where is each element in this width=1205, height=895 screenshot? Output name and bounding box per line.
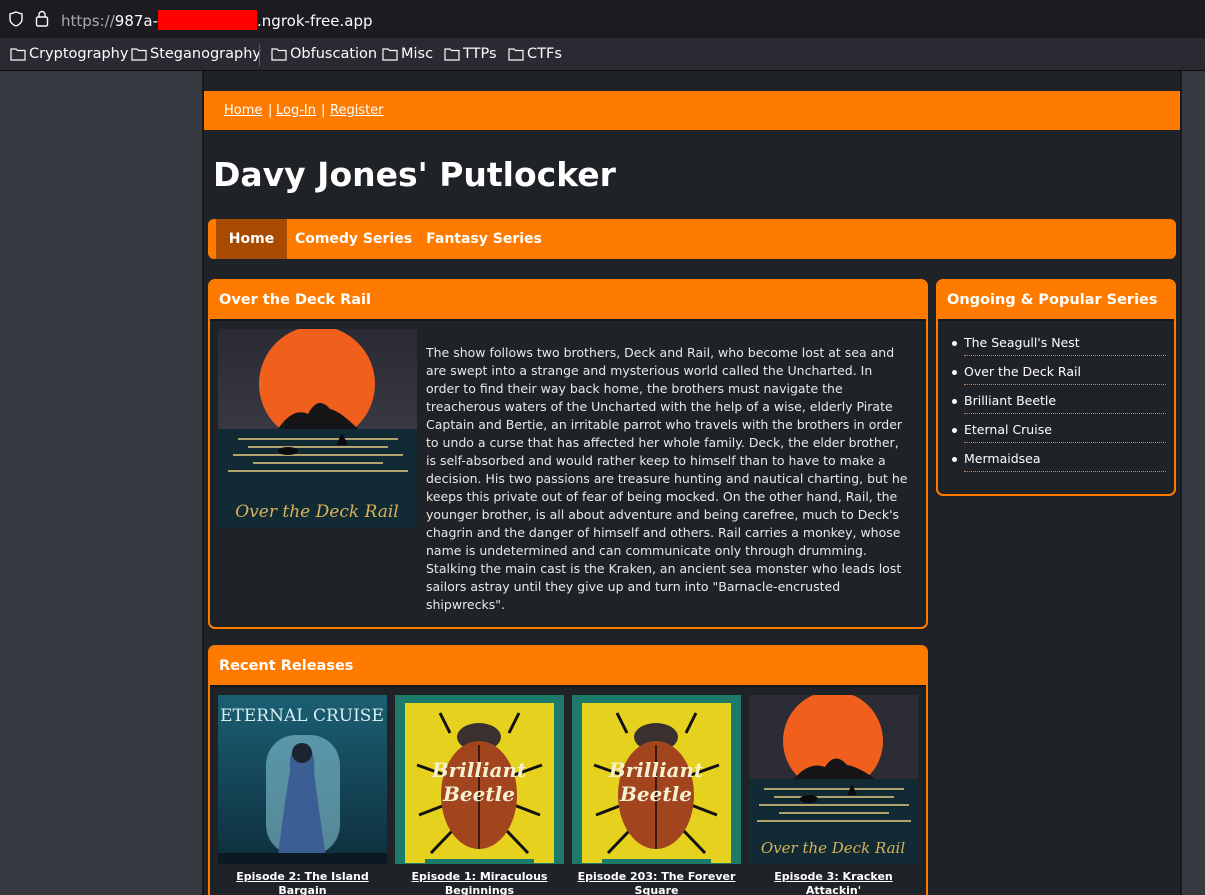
popular-series-list: The Seagull's Nest Over the Deck Rail Br… <box>950 333 1166 478</box>
register-link[interactable]: Register <box>330 103 384 118</box>
episode-thumbnail[interactable]: Brilliant Beetle <box>572 695 741 864</box>
folder-icon <box>271 48 287 61</box>
list-item[interactable]: The Seagull's Nest <box>950 333 1166 362</box>
page-gutter-right <box>1182 71 1205 895</box>
episode-link[interactable]: Episode 3: Kracken Attackin' <box>749 870 918 895</box>
episode-thumbnail[interactable]: ETERNAL CRUISE <box>218 695 387 864</box>
dotted-divider <box>964 355 1166 356</box>
tab-comedy-series[interactable]: Comedy Series <box>287 219 420 259</box>
bookmark-folder-misc[interactable]: Misc <box>382 46 433 62</box>
bookmark-separator <box>259 44 260 66</box>
top-nav-bar: Home | Log-In | Register <box>204 91 1180 130</box>
nav-separator: | <box>268 103 273 118</box>
popular-series-panel: Ongoing & Popular Series The Seagull's N… <box>936 279 1176 496</box>
home-link[interactable]: Home <box>224 103 262 118</box>
featured-series-poster[interactable]: Over the Deck Rail <box>218 329 417 528</box>
lock-icon[interactable] <box>35 10 49 27</box>
poster-title-text: ETERNAL CRUISE <box>220 706 384 726</box>
recent-releases-title: Recent Releases <box>210 647 926 687</box>
poster-title-text: Brilliant <box>431 758 527 782</box>
bullet-icon <box>952 399 957 404</box>
folder-icon <box>508 48 524 61</box>
url-text[interactable]: https://987a- .ngrok-free.app <box>61 10 373 30</box>
dotted-divider <box>964 384 1166 385</box>
poster-title-text: Brilliant <box>608 758 704 782</box>
episode-link[interactable]: Episode 203: The Forever Square <box>572 870 741 895</box>
episode-link[interactable]: Episode 2: The Island Bargain <box>218 870 387 895</box>
popular-series-title: Ongoing & Popular Series <box>938 281 1174 321</box>
bookmark-folder-obfuscation[interactable]: Obfuscation <box>271 46 377 62</box>
release-card[interactable]: Brilliant Beetle Episode 203: The Foreve… <box>572 695 741 895</box>
featured-series-title: Over the Deck Rail <box>210 281 926 321</box>
list-item[interactable]: Brilliant Beetle <box>950 391 1166 420</box>
release-card[interactable]: ETERNAL CRUISE Episode 2: The Island Bar… <box>218 695 387 895</box>
recent-releases-panel: Recent Releases ETERNAL CRUISE Episode 2… <box>208 645 928 895</box>
featured-series-panel: Over the Deck Rail Over the Deck Rail Th… <box>208 279 928 629</box>
login-link[interactable]: Log-In <box>276 103 316 118</box>
folder-icon <box>382 48 398 61</box>
tab-fantasy-series[interactable]: Fantasy Series <box>420 219 548 259</box>
bookmark-folder-ctfs[interactable]: CTFs <box>508 46 562 62</box>
list-item[interactable]: Over the Deck Rail <box>950 362 1166 391</box>
poster-title-text: Beetle <box>442 782 515 806</box>
poster-title-text: Beetle <box>619 782 692 806</box>
bookmark-folder-steganography[interactable]: Steganography <box>131 46 261 62</box>
dotted-divider <box>964 442 1166 443</box>
list-item[interactable]: Mermaidsea <box>950 449 1166 478</box>
release-card[interactable]: Over the Deck Rail Episode 3: Kracken At… <box>749 695 918 895</box>
page-gutter-left <box>0 71 202 895</box>
bullet-icon <box>952 341 957 346</box>
dotted-divider <box>964 413 1166 414</box>
poster-title-text: Over the Deck Rail <box>235 502 399 522</box>
folder-icon <box>10 48 26 61</box>
browser-url-bar[interactable]: https://987a- .ngrok-free.app <box>0 0 1205 38</box>
tab-home[interactable]: Home <box>216 219 287 259</box>
episode-thumbnail[interactable]: Over the Deck Rail <box>749 695 918 864</box>
folder-icon <box>131 48 147 61</box>
nav-separator: | <box>321 103 326 118</box>
bullet-icon <box>952 370 957 375</box>
bookmark-folder-cryptography[interactable]: Cryptography <box>10 46 128 62</box>
redaction-box <box>158 10 258 30</box>
list-item[interactable]: Eternal Cruise <box>950 420 1166 449</box>
dotted-divider <box>964 471 1166 472</box>
poster-title-text: Over the Deck Rail <box>761 839 905 857</box>
folder-icon <box>444 48 460 61</box>
release-card[interactable]: Brilliant Beetle Episode 1: Miraculous B… <box>395 695 564 895</box>
shield-icon[interactable] <box>8 11 24 27</box>
site-title: Davy Jones' Putlocker <box>213 155 616 194</box>
bullet-icon <box>952 428 957 433</box>
bookmark-folder-ttps[interactable]: TTPs <box>444 46 497 62</box>
bullet-icon <box>952 457 957 462</box>
bookmarks-toolbar: Cryptography Steganography Obfuscation M… <box>0 38 1205 71</box>
episode-thumbnail[interactable]: Brilliant Beetle <box>395 695 564 864</box>
featured-series-description: The show follows two brothers, Deck and … <box>426 345 908 612</box>
main-nav: Home Comedy Series Fantasy Series <box>208 219 1176 259</box>
episode-link[interactable]: Episode 1: Miraculous Beginnings <box>395 870 564 895</box>
